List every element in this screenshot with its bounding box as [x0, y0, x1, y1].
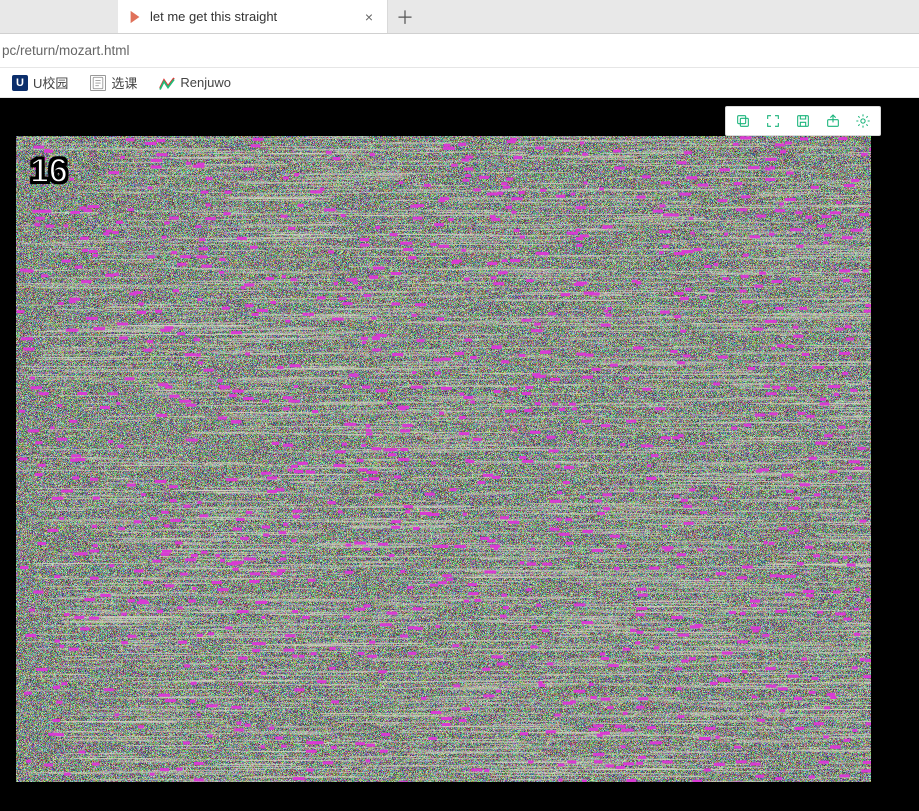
page-viewport: 16: [0, 98, 919, 811]
bookmark-label: Renjuwo: [180, 75, 231, 90]
copy-icon[interactable]: [728, 107, 758, 135]
bookmark-label: 选课: [111, 73, 137, 92]
bookmark-ucampus[interactable]: U U校园: [8, 71, 72, 94]
gear-icon[interactable]: [848, 107, 878, 135]
p5-favicon: [128, 10, 142, 24]
address-bar[interactable]: pc/return/mozart.html: [0, 34, 919, 68]
sketch-canvas[interactable]: [16, 136, 871, 782]
bookmark-renjuwo[interactable]: Renjuwo: [155, 73, 235, 93]
bookmarks-bar: U U校园 选课 Renjuwo: [0, 68, 919, 98]
new-tab-button[interactable]: ＋: [388, 0, 422, 33]
document-icon: [90, 75, 106, 91]
share-icon[interactable]: [818, 107, 848, 135]
bookmark-label: U校园: [33, 73, 68, 92]
bookmark-xuanke[interactable]: 选课: [86, 71, 141, 94]
browser-tab[interactable]: let me get this straight ×: [118, 0, 388, 33]
tab-strip: let me get this straight × ＋: [0, 0, 919, 34]
fullscreen-icon[interactable]: [758, 107, 788, 135]
canvas-toolbar: [725, 106, 881, 136]
renjuwo-icon: [159, 75, 175, 91]
url-text: pc/return/mozart.html: [0, 39, 913, 62]
close-tab-button[interactable]: ×: [361, 9, 377, 25]
ucampus-icon: U: [12, 75, 28, 91]
tab-title: let me get this straight: [150, 9, 353, 24]
sketch-canvas-wrap: [16, 136, 871, 782]
save-icon[interactable]: [788, 107, 818, 135]
